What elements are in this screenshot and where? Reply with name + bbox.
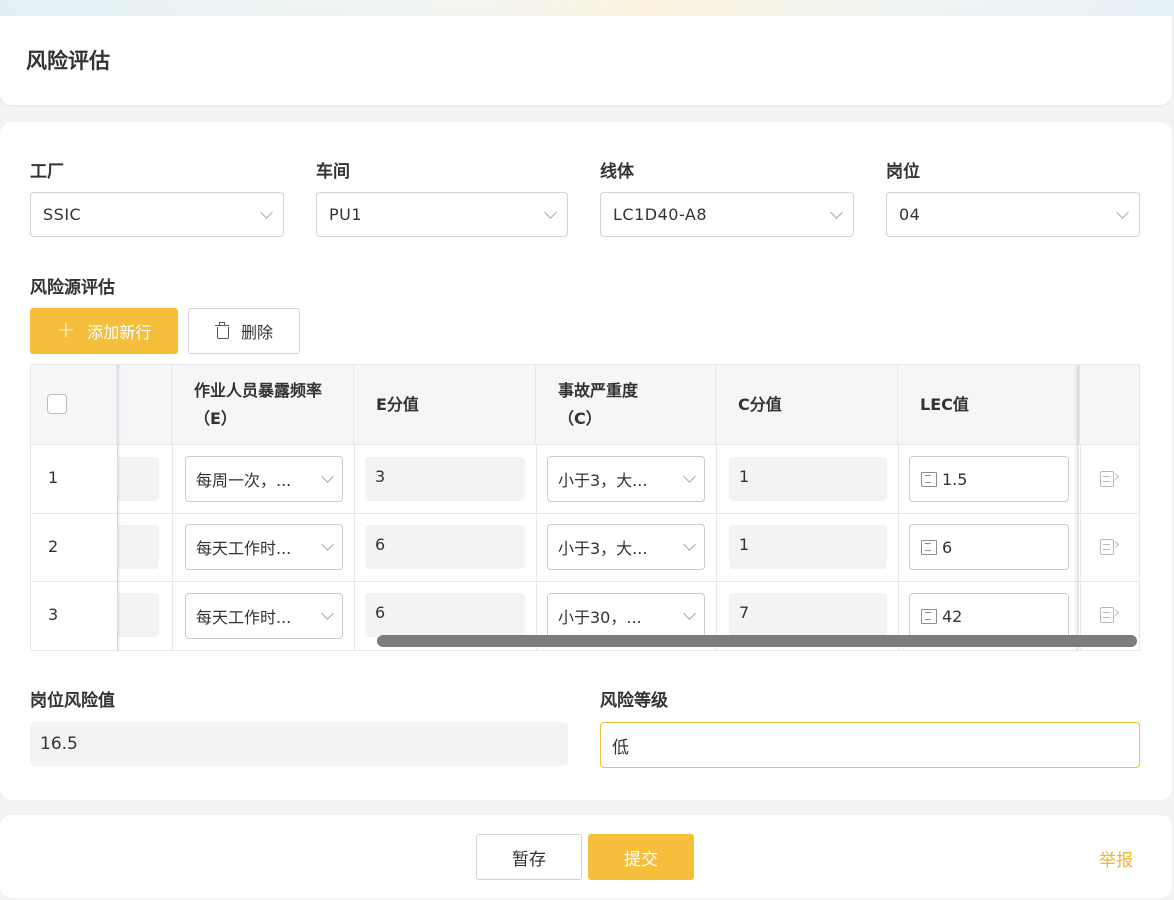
column-divider (536, 445, 537, 650)
risk-source-table: 作业人员暴露频率（E） E分值 事故严重度（C） C分值 LEC值 1 每周一次… (30, 364, 1140, 651)
post-risk-label: 岗位风险值 (30, 691, 115, 711)
severity-select[interactable]: 小于30，... (547, 593, 705, 639)
report-link[interactable]: 举报 (1099, 846, 1133, 871)
e-score-value: 6 (365, 593, 525, 637)
horizontal-scrollbar[interactable] (377, 635, 1137, 647)
post-select-value: 04 (899, 205, 921, 224)
column-divider (172, 445, 173, 650)
fixed-column-shadow (1074, 365, 1079, 650)
e-score-value: 3 (365, 457, 525, 501)
workshop-label: 车间 (316, 162, 350, 182)
delete-button[interactable]: 删除 (188, 308, 300, 354)
row-detail-icon[interactable] (1099, 605, 1120, 623)
severity-select[interactable]: 小于3，大... (547, 524, 705, 570)
c-score-value: 1 (729, 525, 887, 569)
exposure-select[interactable]: 每周一次，... (185, 456, 343, 502)
plus-icon: + (56, 318, 76, 343)
risk-level-label: 风险等级 (600, 691, 668, 711)
row-index: 2 (48, 537, 59, 556)
row-detail-icon[interactable] (1099, 537, 1120, 555)
risk-level-input[interactable]: 低 (600, 722, 1140, 768)
row-detail-icon[interactable] (1099, 469, 1120, 487)
exposure-select[interactable]: 每天工作时... (185, 593, 343, 639)
line-label: 线体 (600, 162, 634, 182)
workshop-select-value: PU1 (329, 205, 363, 224)
page-header: 风险评估 (0, 16, 1172, 105)
column-divider (354, 445, 355, 650)
line-select-value: LC1D40-A8 (613, 205, 707, 224)
workshop-select[interactable]: PU1 (316, 192, 568, 237)
top-gradient-strip (0, 0, 1174, 16)
factory-label: 工厂 (30, 162, 64, 182)
e-score-value: 6 (365, 525, 525, 569)
c-score-value: 1 (729, 457, 887, 501)
calculator-icon (920, 471, 938, 487)
submit-button[interactable]: 提交 (588, 834, 694, 880)
calculator-icon (920, 608, 938, 624)
chevron-down-icon (1116, 205, 1129, 219)
add-row-label: 添加新行 (87, 323, 152, 342)
chevron-down-icon (321, 538, 334, 551)
severity-select[interactable]: 小于3，大... (547, 456, 705, 502)
calculator-icon (920, 539, 938, 555)
column-divider (898, 445, 899, 650)
column-divider (1080, 445, 1081, 650)
lec-input[interactable]: 42 (909, 593, 1069, 639)
form-footer: 暂存 提交 举报 (0, 815, 1172, 898)
page-title: 风险评估 (26, 49, 110, 73)
exposure-select[interactable]: 每天工作时... (185, 524, 343, 570)
lec-input[interactable]: 1.5 (909, 456, 1069, 502)
risk-assessment-form: 工厂 SSIC 车间 PU1 线体 LC1D40-A8 岗位 04 风险源评估 … (0, 122, 1172, 800)
post-risk-value: 16.5 (30, 722, 568, 766)
chevron-down-icon (830, 205, 843, 219)
header-hidden-column (117, 365, 172, 445)
header-exposure: 作业人员暴露频率（E） (172, 365, 354, 445)
row-index: 3 (48, 605, 59, 624)
chevron-down-icon (683, 538, 696, 551)
row-index: 1 (48, 468, 59, 487)
hidden-column-cell (117, 525, 159, 569)
column-divider (716, 445, 717, 650)
risk-source-title: 风险源评估 (30, 278, 115, 298)
factory-select-value: SSIC (43, 205, 82, 224)
chevron-down-icon (321, 607, 334, 620)
chevron-down-icon (260, 205, 273, 219)
row-divider (31, 513, 1139, 514)
hidden-column-cell (117, 593, 159, 637)
header-select-cell (31, 365, 117, 445)
header-lec: LEC值 (898, 365, 1080, 445)
line-select[interactable]: LC1D40-A8 (600, 192, 854, 237)
save-draft-button[interactable]: 暂存 (476, 834, 582, 880)
chevron-down-icon (683, 607, 696, 620)
lec-input[interactable]: 6 (909, 524, 1069, 570)
post-select[interactable]: 04 (886, 192, 1140, 237)
header-e-score: E分值 (354, 365, 536, 445)
select-all-checkbox[interactable] (47, 394, 67, 414)
chevron-down-icon (321, 470, 334, 483)
chevron-down-icon (683, 470, 696, 483)
delete-label: 删除 (240, 323, 273, 342)
chevron-down-icon (544, 205, 557, 219)
factory-select[interactable]: SSIC (30, 192, 284, 237)
post-label: 岗位 (886, 162, 920, 182)
add-row-button[interactable]: + 添加新行 (30, 308, 178, 354)
header-c-score: C分值 (716, 365, 898, 445)
header-severity: 事故严重度（C） (536, 365, 716, 445)
hidden-column-cell (117, 457, 159, 501)
c-score-value: 7 (729, 593, 887, 637)
fixed-column-shadow (117, 365, 121, 650)
trash-icon (214, 322, 229, 339)
row-divider (31, 581, 1139, 582)
